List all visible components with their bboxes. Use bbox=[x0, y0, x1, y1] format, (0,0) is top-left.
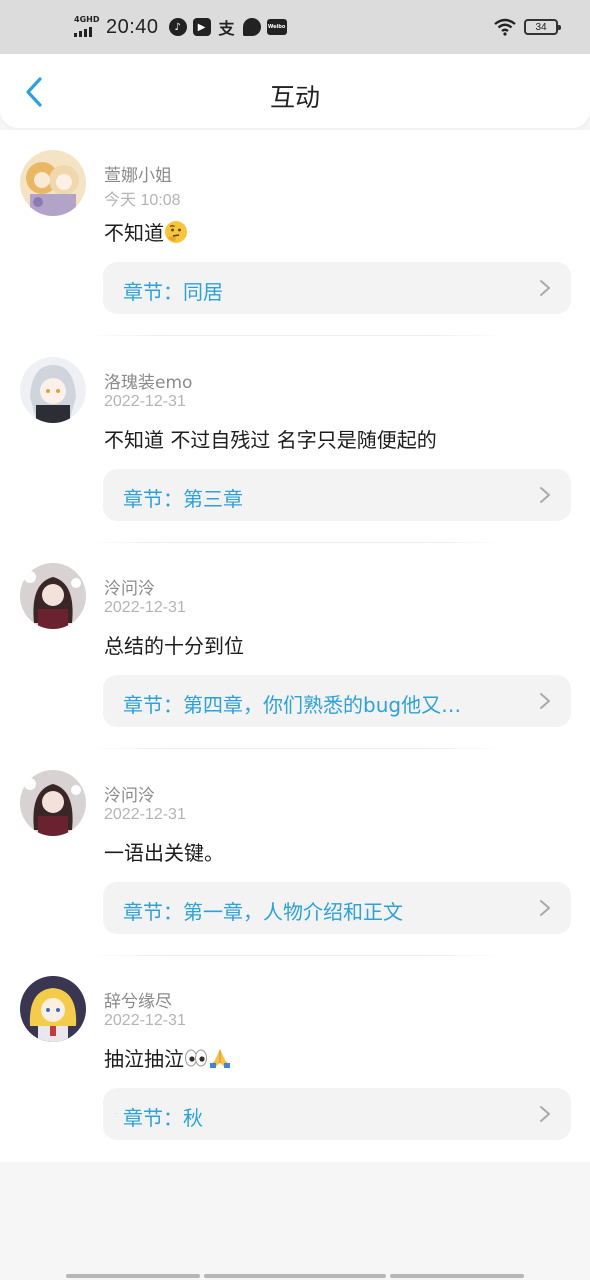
comment-text-body: 不知道 bbox=[104, 221, 164, 245]
comment-text: 不知道 bbox=[104, 217, 188, 246]
avatar[interactable] bbox=[20, 770, 86, 836]
username: 洛瑰装emo bbox=[104, 373, 193, 393]
list-item: 泠问泠 2022-12-31 一语出关键。 章节：第一章，人物介绍和正文 bbox=[0, 750, 590, 957]
comment-text-body: 一语出关键。 bbox=[104, 841, 224, 865]
chapter-link[interactable]: 章节：第一章，人物介绍和正文 bbox=[103, 882, 571, 934]
chapter-link[interactable]: 章节：第四章，你们熟悉的bug他又… bbox=[103, 675, 571, 727]
chapter-label: 章节：第四章，你们熟悉的bug他又… bbox=[123, 693, 462, 717]
divider bbox=[86, 748, 506, 749]
comment-text-body: 总结的十分到位 bbox=[104, 634, 244, 658]
chat-icon bbox=[242, 18, 261, 36]
folded-hands-emoji bbox=[210, 1049, 230, 1068]
chevron-right-icon bbox=[540, 280, 550, 296]
comment-text: 一语出关键。 bbox=[104, 837, 224, 866]
chevron-right-icon bbox=[540, 1106, 550, 1122]
chapter-link[interactable]: 章节：第三章 bbox=[103, 469, 571, 521]
weather-icon: Weibo bbox=[266, 19, 287, 35]
battery-level: 34 bbox=[535, 21, 547, 33]
chapter-label: 章节：秋 bbox=[123, 1106, 203, 1130]
username: 萱娜小姐 bbox=[104, 166, 172, 186]
tiktok-icon: ♪ bbox=[168, 18, 187, 36]
chapter-link[interactable]: 章节：同居 bbox=[103, 262, 571, 314]
chapter-link[interactable]: 章节：秋 bbox=[103, 1088, 571, 1140]
list-item: 洛瑰装emo 2022-12-31 不知道 不过自残过 名字只是随便起的 章节：… bbox=[0, 337, 590, 544]
status-bar: 4GHD 20:40 ♪ ▶ 支 Weibo 34 bbox=[0, 0, 590, 54]
avatar[interactable] bbox=[20, 976, 86, 1042]
clock: 20:40 bbox=[106, 15, 159, 38]
comment-date: 2022-12-31 bbox=[104, 393, 186, 410]
list-item: 萱娜小姐 今天 10:08 不知道 章节：同居 bbox=[0, 130, 590, 337]
page-title: 互动 bbox=[269, 83, 320, 112]
comment-date: 今天 10:08 bbox=[104, 192, 181, 209]
gesture-nav-bar bbox=[0, 1270, 590, 1280]
comment-text: 抽泣抽泣 bbox=[104, 1043, 232, 1072]
nav-segment bbox=[390, 1274, 524, 1278]
nav-segment bbox=[204, 1274, 386, 1278]
username: 泠问泠 bbox=[104, 579, 155, 599]
comment-date: 2022-12-31 bbox=[104, 599, 186, 616]
comment-date: 2022-12-31 bbox=[104, 1012, 186, 1029]
app-icon: 支 bbox=[218, 19, 235, 38]
cellular-signal-icon: 4GHD bbox=[72, 15, 100, 39]
video-icon: ▶ bbox=[192, 18, 211, 36]
comment-text-body: 不知道 不过自残过 名字只是随便起的 bbox=[104, 428, 437, 452]
avatar[interactable] bbox=[20, 150, 86, 216]
avatar[interactable] bbox=[20, 563, 86, 629]
nav-segment bbox=[66, 1274, 200, 1278]
chevron-right-icon bbox=[540, 693, 550, 709]
avatar[interactable] bbox=[20, 357, 86, 423]
thinking-face-emoji bbox=[165, 221, 187, 243]
chevron-right-icon bbox=[540, 900, 550, 916]
chapter-label: 章节：第一章，人物介绍和正文 bbox=[123, 900, 403, 924]
wifi-icon bbox=[494, 18, 516, 36]
list-item: 泠问泠 2022-12-31 总结的十分到位 章节：第四章，你们熟悉的bug他又… bbox=[0, 543, 590, 750]
battery-icon: 34 bbox=[524, 19, 561, 35]
comment-text-body: 抽泣抽泣 bbox=[104, 1047, 184, 1071]
chapter-label: 章节：同居 bbox=[123, 280, 223, 304]
chevron-right-icon bbox=[540, 487, 550, 503]
app-header: 互动 bbox=[0, 54, 590, 128]
network-type-label: 4GHD bbox=[74, 15, 100, 24]
comment-date: 2022-12-31 bbox=[104, 806, 186, 823]
comment-text: 总结的十分到位 bbox=[104, 630, 244, 659]
chapter-label: 章节：第三章 bbox=[123, 487, 243, 511]
username: 辞兮缘尽 bbox=[104, 992, 172, 1012]
divider bbox=[86, 335, 506, 336]
eyes-emoji bbox=[185, 1049, 207, 1067]
list-item: 辞兮缘尽 2022-12-31 抽泣抽泣 章节：秋 bbox=[0, 956, 590, 1163]
username: 泠问泠 bbox=[104, 786, 155, 806]
comment-list: 萱娜小姐 今天 10:08 不知道 章节：同居 洛瑰装emo 2022-12-3… bbox=[0, 130, 590, 1162]
comment-text: 不知道 不过自残过 名字只是随便起的 bbox=[104, 424, 437, 453]
